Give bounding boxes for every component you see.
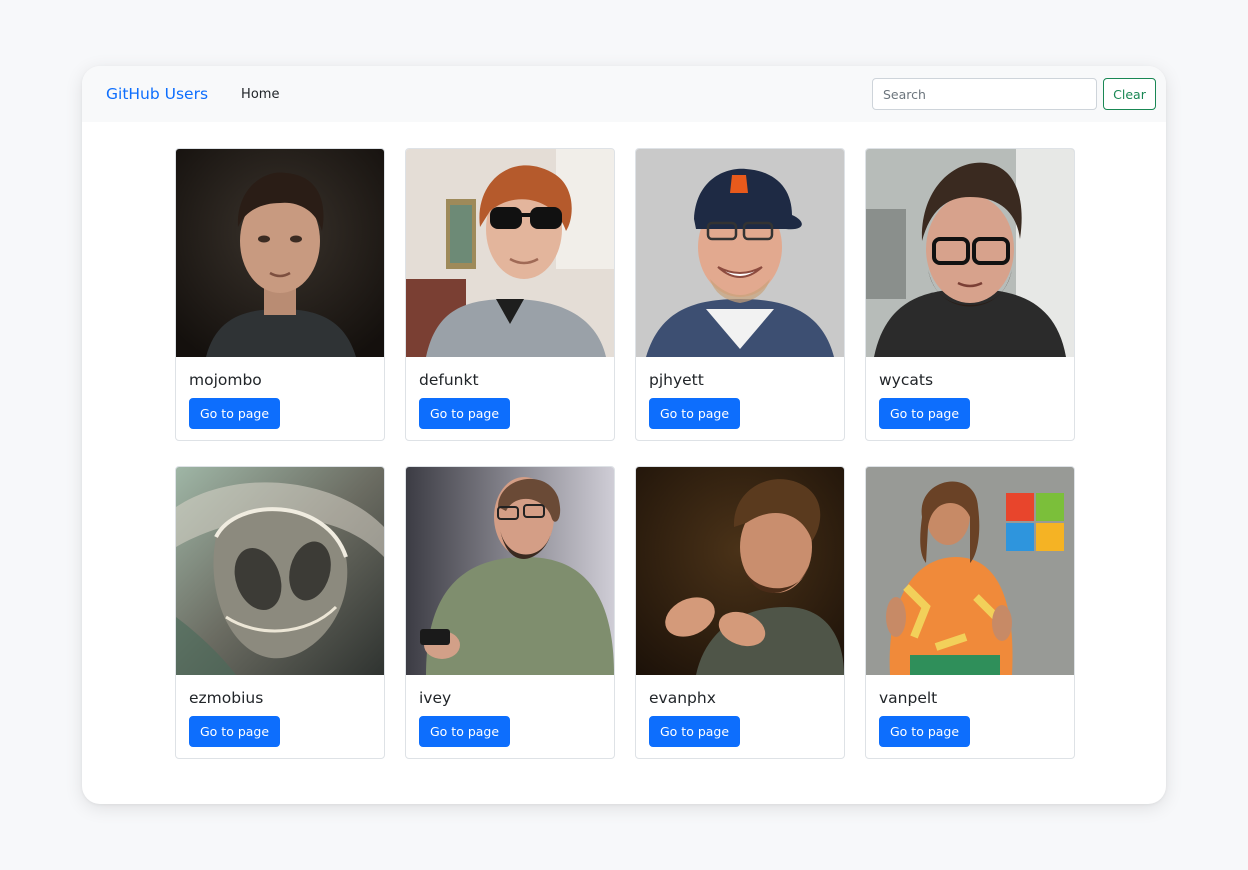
navbar: GitHub Users Home Clear [82, 66, 1166, 122]
go-to-page-button[interactable]: Go to page [419, 398, 511, 429]
search-input[interactable] [872, 78, 1097, 110]
username: mojombo [189, 371, 262, 389]
user-avatar [866, 467, 1074, 675]
go-to-page-button[interactable]: Go to page [879, 716, 971, 747]
go-to-page-button[interactable]: Go to page [189, 716, 281, 747]
username: defunkt [419, 371, 479, 389]
user-card: wycats Go to page [865, 148, 1075, 441]
username: vanpelt [879, 689, 938, 707]
brand-link[interactable]: GitHub Users [106, 85, 208, 103]
user-card: vanpelt Go to page [865, 466, 1075, 759]
username: ivey [419, 689, 452, 707]
user-card: ivey Go to page [405, 466, 615, 759]
clear-button[interactable]: Clear [1103, 78, 1156, 110]
go-to-page-button[interactable]: Go to page [649, 398, 741, 429]
go-to-page-button[interactable]: Go to page [879, 398, 971, 429]
username: wycats [879, 371, 934, 389]
user-avatar [866, 149, 1074, 357]
user-avatar [176, 149, 384, 357]
app-window: GitHub Users Home Clear [82, 66, 1166, 804]
user-card-grid: mojombo Go to page defunkt Go to page pj… [175, 148, 1075, 759]
user-card: ezmobius Go to page [175, 466, 385, 759]
user-avatar [636, 467, 844, 675]
go-to-page-button[interactable]: Go to page [189, 398, 281, 429]
user-card: defunkt Go to page [405, 148, 615, 441]
user-avatar [176, 467, 384, 675]
user-avatar [406, 149, 614, 357]
username: evanphx [649, 689, 716, 707]
go-to-page-button[interactable]: Go to page [649, 716, 741, 747]
user-card: mojombo Go to page [175, 148, 385, 441]
user-avatar [406, 467, 614, 675]
user-card: pjhyett Go to page [635, 148, 845, 441]
user-card: evanphx Go to page [635, 466, 845, 759]
go-to-page-button[interactable]: Go to page [419, 716, 511, 747]
username: ezmobius [189, 689, 264, 707]
username: pjhyett [649, 371, 704, 389]
user-avatar [636, 149, 844, 357]
nav-home-link[interactable]: Home [241, 87, 279, 102]
